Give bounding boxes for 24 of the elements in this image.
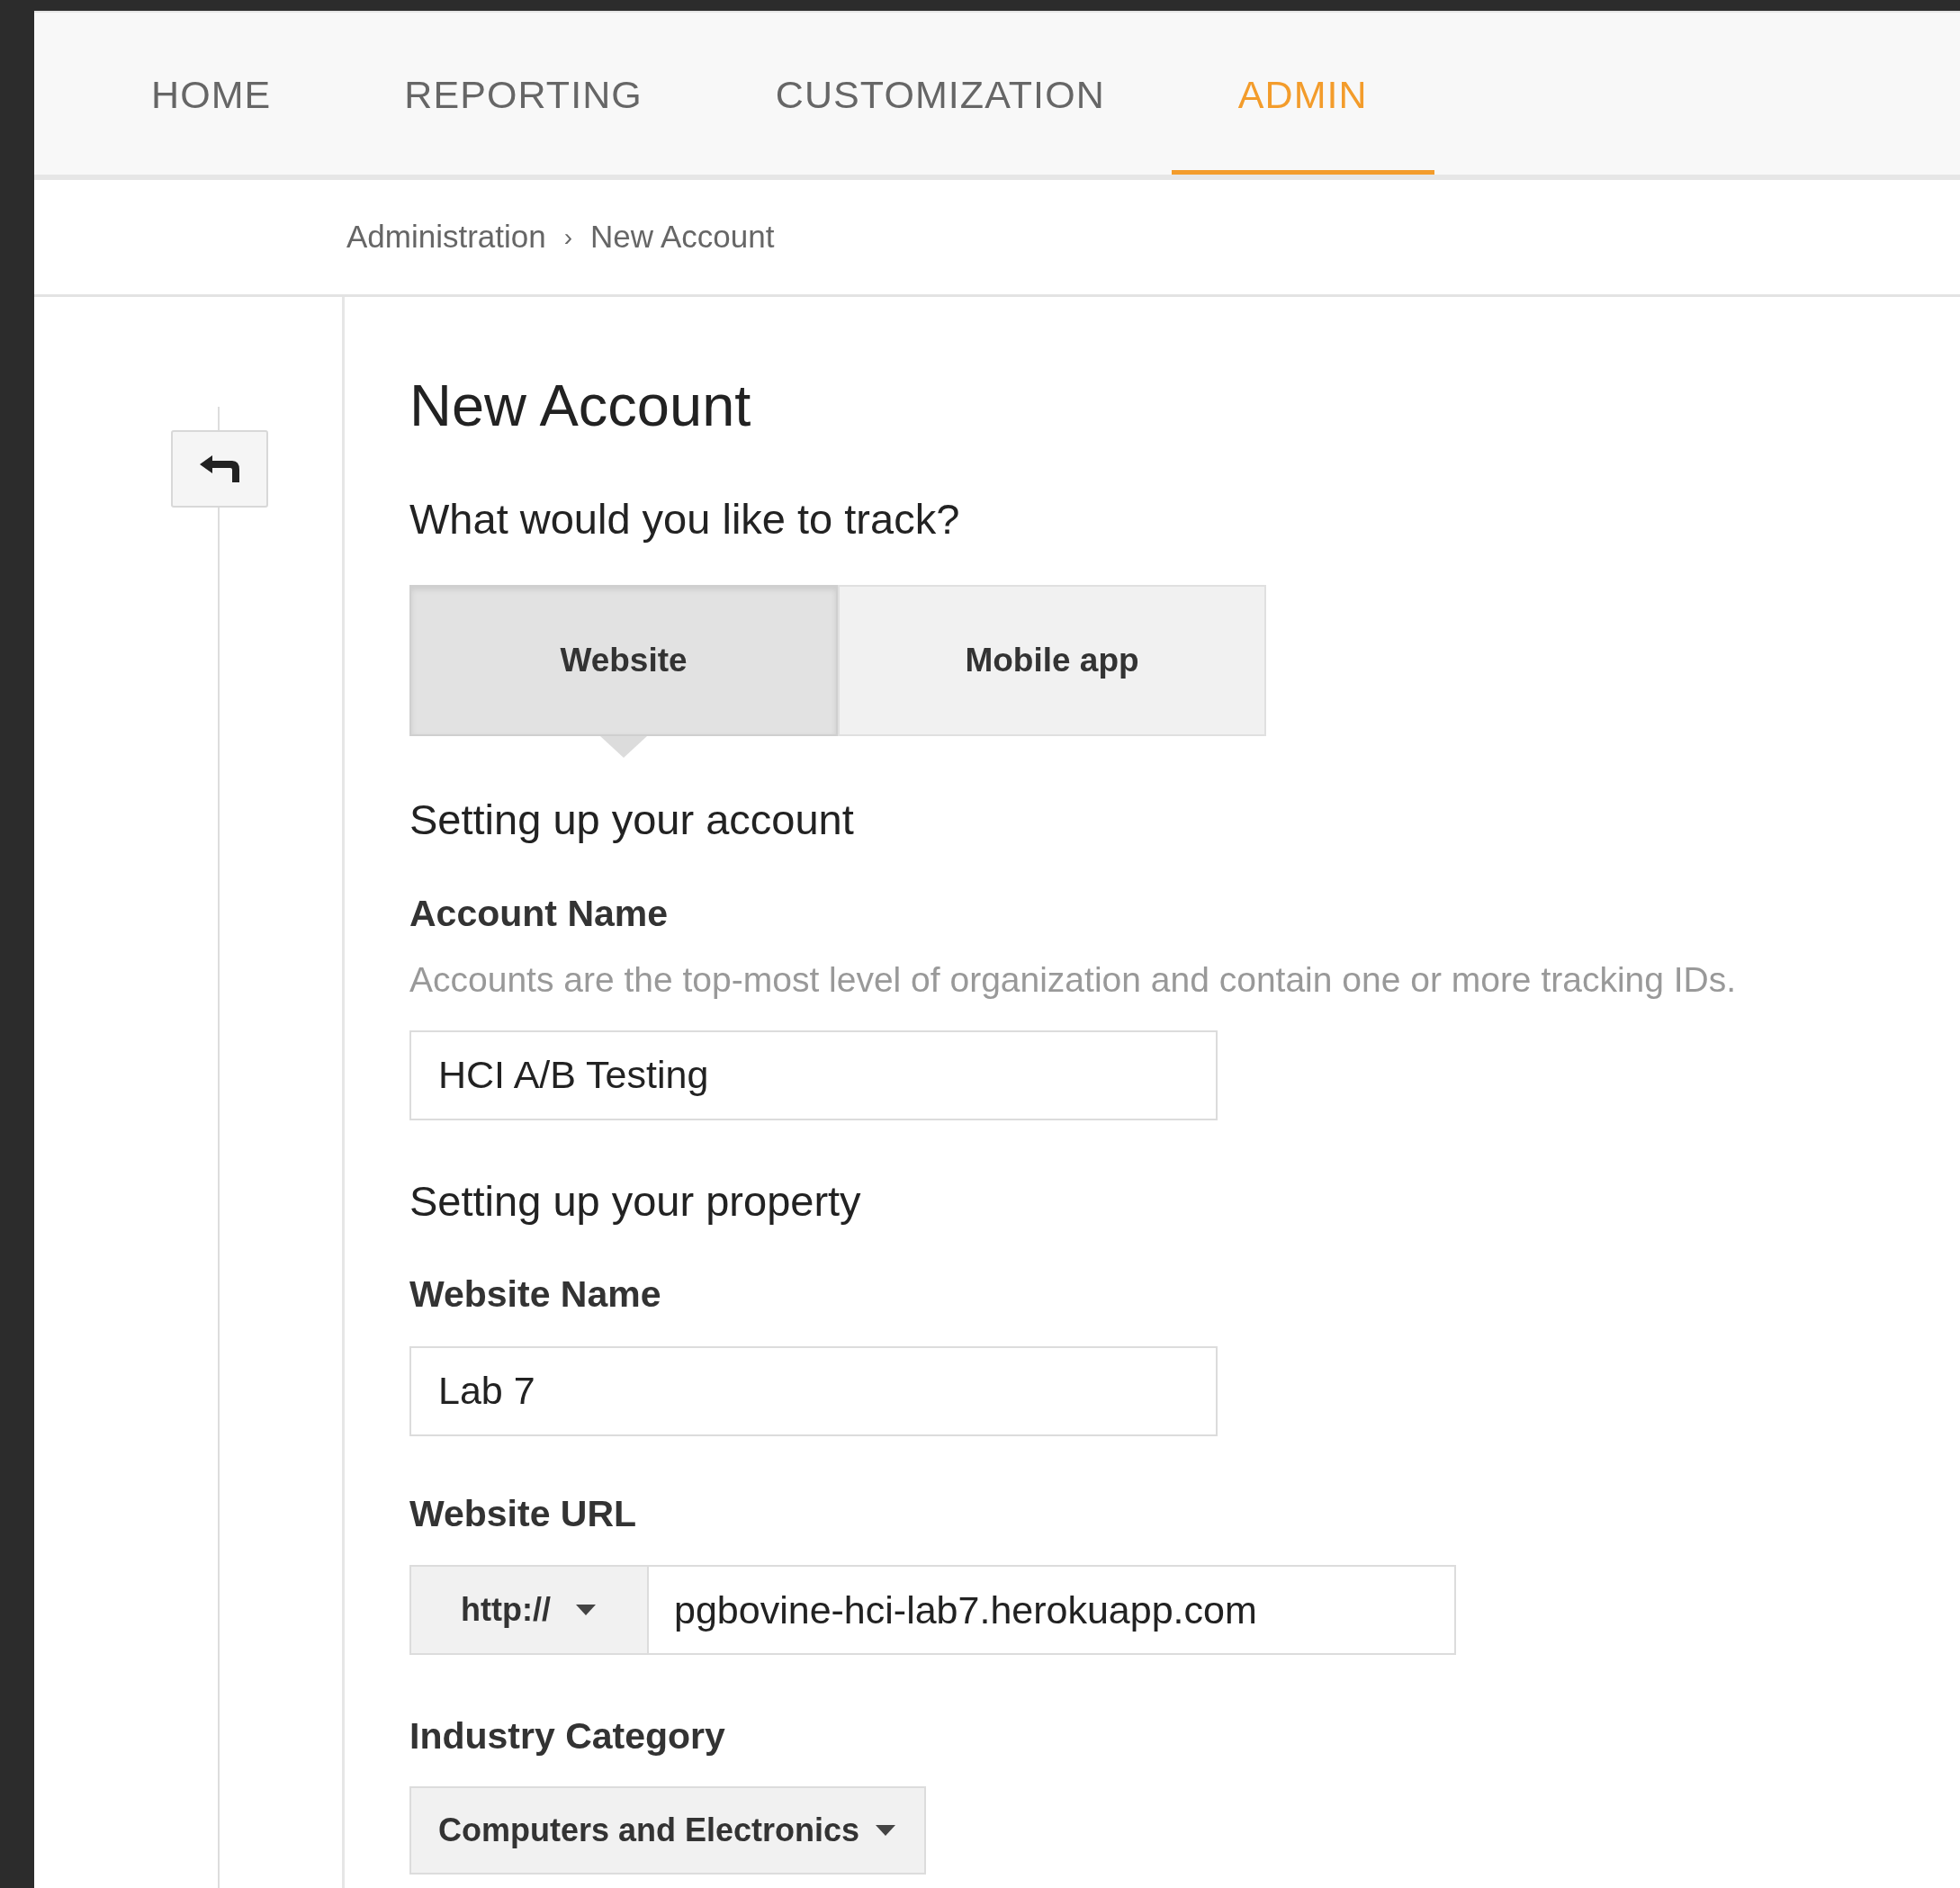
account-name-field[interactable]: HCI A/B Testing xyxy=(409,1029,1218,1120)
field-description: Accounts are the top-most level of organization and contain one or more tracking IDs. xyxy=(409,959,1737,1001)
page-title: New Account xyxy=(409,376,751,435)
nav-tab[interactable]: CUSTOMIZATION xyxy=(708,13,1172,175)
track-option-button[interactable]: Mobile app xyxy=(838,585,1266,736)
field-label: Website Name xyxy=(409,1272,661,1317)
back-button[interactable] xyxy=(171,430,268,508)
breadcrumb-separator: › xyxy=(563,221,573,253)
field-label: Account Name xyxy=(409,891,669,936)
caret-icon xyxy=(874,1822,897,1838)
nav-tab[interactable]: REPORTING xyxy=(337,13,709,175)
section-heading: Setting up your account xyxy=(409,795,854,845)
industry-category-dropdown[interactable]: Computers and Electronics xyxy=(409,1785,926,1875)
field-label: Industry Category xyxy=(409,1714,725,1758)
caret-icon xyxy=(573,1603,598,1617)
breadcrumb-link[interactable]: Administration xyxy=(346,213,546,261)
section-heading: Setting up your property xyxy=(409,1175,861,1227)
website-name-field[interactable]: Lab 7 xyxy=(409,1345,1218,1436)
breadcrumb-current: New Account xyxy=(590,218,775,256)
protocol-dropdown[interactable]: http:// xyxy=(409,1565,649,1655)
website-url-field[interactable]: pgbovine-hci-lab7.herokuapp.com xyxy=(649,1565,1456,1655)
nav-tab[interactable]: HOME xyxy=(85,13,338,175)
field-label: Website URL xyxy=(409,1491,637,1536)
track-option-button[interactable]: Website xyxy=(409,585,838,736)
